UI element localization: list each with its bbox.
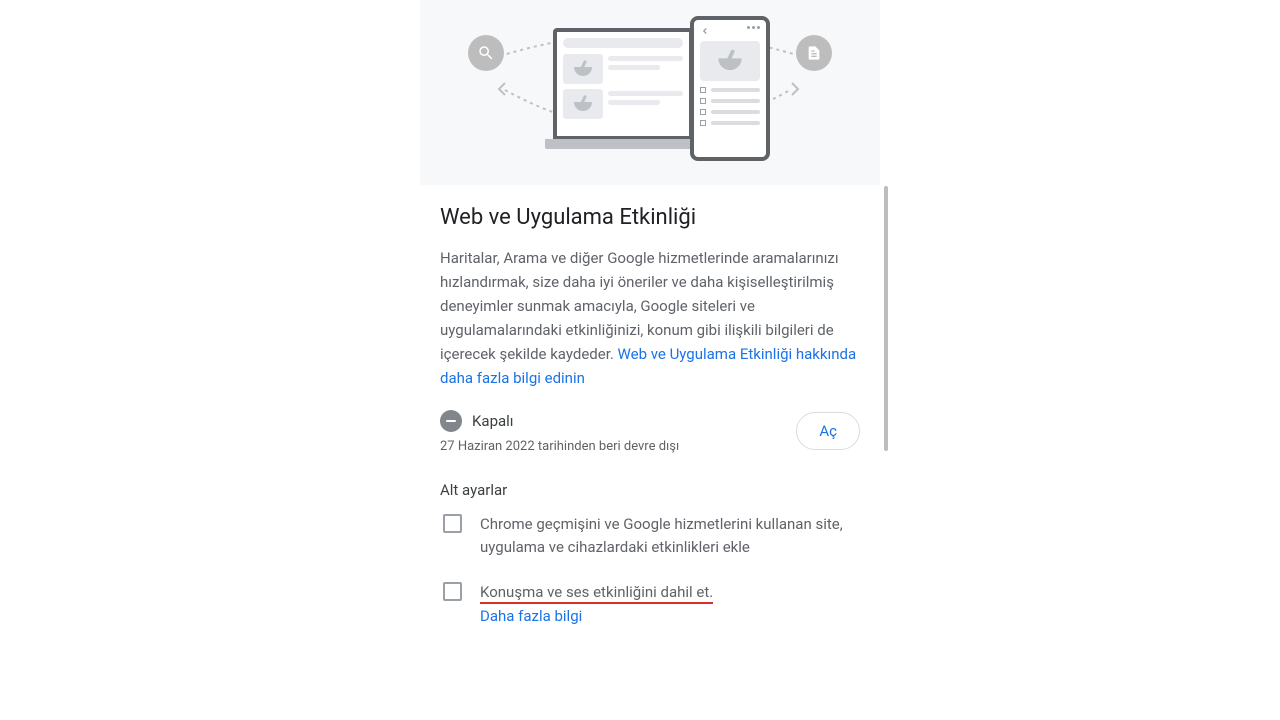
sub-settings-heading: Alt ayarlar [440,481,860,499]
description: Haritalar, Arama ve diğer Google hizmetl… [440,246,860,390]
scrollbar[interactable] [884,186,888,451]
page-title: Web ve Uygulama Etkinliği [440,205,860,230]
paused-icon [440,410,462,432]
hero-illustration [420,0,880,185]
checkbox-row-voice-audio: Konuşma ve ses etkinliğini dahil et. Dah… [440,581,860,628]
status-row: Kapalı 27 Haziran 2022 tarihinden beri d… [440,410,860,457]
checkbox-voice-audio[interactable] [443,582,462,601]
turn-on-button[interactable]: Aç [796,412,860,450]
status-since: 27 Haziran 2022 tarihinden beri devre dı… [440,438,720,457]
laptop-illustration [545,28,700,158]
highlighted-text: Konuşma ve ses etkinliğini dahil et. [480,583,713,604]
checkbox-row-chrome-history: Chrome geçmişini ve Google hizmetlerini … [440,513,860,560]
phone-illustration [690,16,770,161]
search-icon [468,35,504,71]
content-area: Web ve Uygulama Etkinliği Haritalar, Ara… [420,185,880,628]
document-icon [796,35,832,71]
learn-more-voice-link[interactable]: Daha fazla bilgi [480,607,582,625]
checkbox-label: Konuşma ve ses etkinliğini dahil et. Dah… [480,581,713,628]
checkbox-chrome-history[interactable] [443,514,462,533]
settings-panel: Web ve Uygulama Etkinliği Haritalar, Ara… [420,0,880,720]
checkbox-label: Chrome geçmişini ve Google hizmetlerini … [480,513,860,560]
status-label: Kapalı [472,412,514,430]
